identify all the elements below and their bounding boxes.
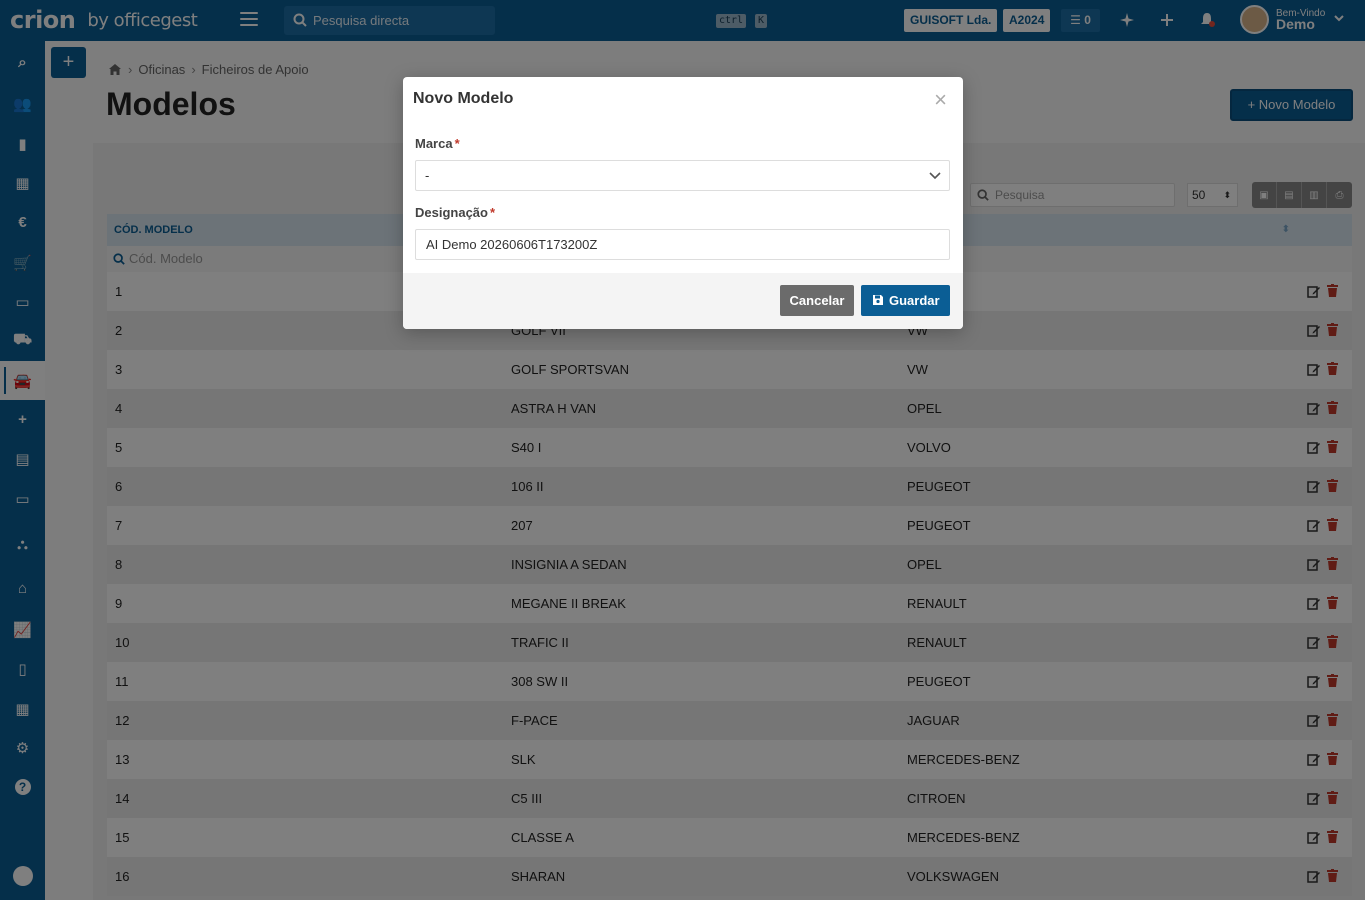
chevron-down-icon [929,172,941,180]
save-button[interactable]: Guardar [861,285,950,316]
dialog-title: Novo Modelo [413,90,514,107]
close-icon[interactable]: × [934,89,947,111]
required-mark: * [489,205,496,220]
cancel-button[interactable]: Cancelar [780,285,854,316]
marca-label-text: Marca [415,136,453,151]
designacao-input[interactable]: AI Demo 20260606T173200Z [415,229,950,260]
dialog-footer: Cancelar Guardar [403,273,963,329]
marca-select[interactable]: - [415,160,950,191]
required-mark: * [454,136,460,151]
save-label: Guardar [889,293,940,308]
new-model-dialog: Novo Modelo × Marca * - Designação * AI De… [403,77,963,329]
marca-label: Marca * [415,136,460,151]
marca-value: - [425,168,430,183]
designacao-label: Designação * [415,205,495,220]
save-icon [873,295,883,305]
designacao-label-text: Designação [415,205,488,220]
